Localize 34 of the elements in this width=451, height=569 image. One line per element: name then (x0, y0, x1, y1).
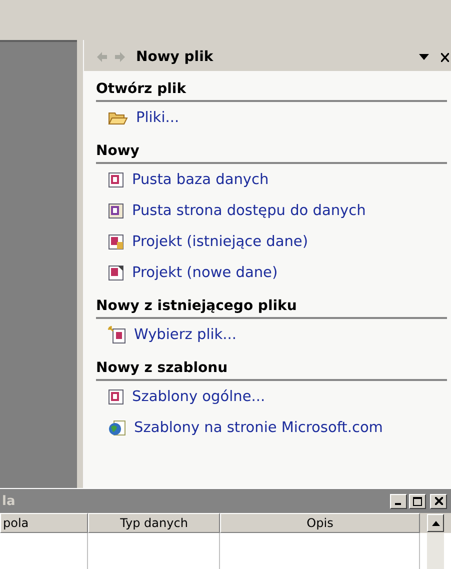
column-header[interactable]: pola (0, 513, 88, 533)
document-icon (108, 388, 124, 404)
scroll-up-button[interactable] (427, 514, 444, 532)
section-heading: Nowy z istniejącego pliku (96, 292, 447, 319)
task-link[interactable]: Pusta baza danych (132, 172, 269, 188)
document-icon (108, 172, 124, 188)
globe-icon (108, 418, 126, 436)
maximize-button[interactable] (409, 494, 426, 508)
dropdown-icon[interactable] (419, 54, 429, 60)
task-link[interactable]: Projekt (nowe dane) (132, 264, 278, 280)
maximize-icon (413, 496, 422, 506)
close-button[interactable] (430, 494, 447, 508)
column-header[interactable]: Typ danych (88, 513, 220, 533)
column-header[interactable]: Opis (220, 513, 420, 533)
task-link[interactable]: Pliki... (136, 110, 180, 126)
caret-up-icon (432, 520, 440, 526)
close-icon (434, 497, 442, 505)
document-icon (108, 326, 126, 344)
close-icon[interactable] (441, 52, 449, 62)
window-title: la (2, 494, 16, 508)
task-link[interactable]: Projekt (istniejące dane) (132, 234, 308, 250)
section-heading: Otwórz plik (96, 75, 447, 102)
document-icon (108, 234, 124, 250)
section-heading: Nowy z szablonu (96, 354, 447, 381)
task-link[interactable]: Pusta strona dostępu do danych (132, 202, 366, 218)
document-icon (108, 202, 124, 218)
section-heading: Nowy (96, 137, 447, 164)
pane-title: Nowy plik (136, 49, 214, 65)
task-link[interactable]: Szablony ogólne... (132, 388, 266, 404)
task-link[interactable]: Wybierz plik... (134, 326, 236, 342)
folder-icon (108, 110, 128, 126)
minimize-button[interactable] (390, 494, 407, 508)
document-icon (108, 264, 124, 280)
task-link[interactable]: Szablony na stronie Microsoft.com (134, 420, 383, 436)
